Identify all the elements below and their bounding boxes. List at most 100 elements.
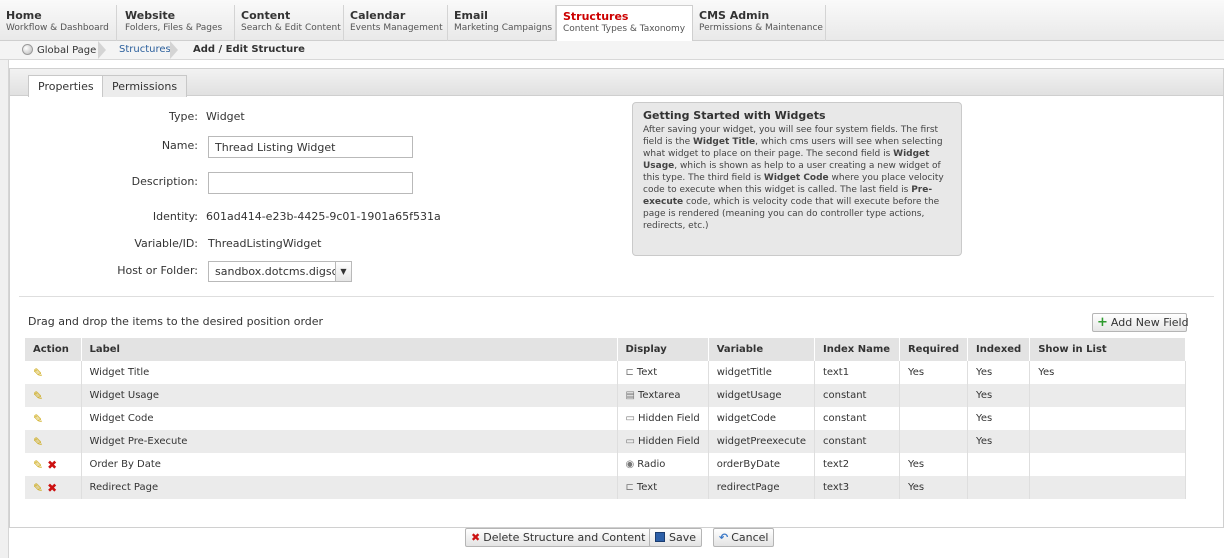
index-name-cell: constant [814,407,900,430]
hidden-field-icon: ▭ [625,436,635,447]
delete-structure-button[interactable]: ✖ Delete Structure and Content [465,528,652,547]
drag-instructions: Drag and drop the items to the desired p… [28,315,324,328]
label-cell: Order By Date [81,453,618,476]
nav-tab-subtitle: Folders, Files & Pages [125,23,223,33]
delete-x-icon[interactable]: ✖ [47,481,57,495]
show-in-list-cell [1029,476,1186,499]
nav-tab-subtitle: Permissions & Maintenance [699,23,823,33]
top-navigation: Home Workflow & Dashboard Website Folder… [0,0,1224,42]
host-folder-select[interactable]: sandbox.dotcms.digsc ▼ [208,261,352,282]
tab-properties[interactable]: Properties [28,75,104,97]
edit-pencil-icon[interactable]: ✎ [33,481,43,495]
identity-label: Identity: [152,210,198,223]
variable-cell: widgetPreexecute [708,430,815,453]
display-type: Text [636,367,658,378]
edit-pencil-icon[interactable]: ✎ [33,389,43,403]
host-label: Host or Folder: [117,264,198,277]
text-field-icon: ⊏ [625,367,634,378]
chevron-down-icon[interactable]: ▼ [335,262,351,281]
required-cell [899,430,969,453]
nav-tab-title: Calendar [350,9,406,22]
breadcrumb-separator-icon [98,41,106,59]
index-name-cell: text2 [814,453,900,476]
display-cell: ⊏ Text [617,476,709,499]
index-name-cell: text3 [814,476,900,499]
description-field[interactable] [208,172,413,194]
indexed-cell: Yes [967,407,1031,430]
edit-pencil-icon[interactable]: ✎ [33,412,43,426]
breadcrumb-current: Add / Edit Structure [193,44,305,55]
section-divider [19,296,1214,297]
edit-pencil-icon[interactable]: ✎ [33,435,43,449]
indexed-cell [967,476,1031,499]
name-label: Name: [161,139,198,152]
fields-table: Action Label Display Variable Index Name… [25,338,1186,499]
nav-tab-title: Website [125,9,176,22]
action-cell: ✎ [25,361,82,384]
column-header: Action [25,338,82,361]
delete-x-icon[interactable]: ✖ [47,458,57,472]
display-type: Hidden Field [637,436,700,447]
name-field[interactable] [208,136,413,158]
display-cell: ⊏ Text [617,361,709,384]
nav-tab-email[interactable]: Email Marketing Campaigns [448,5,556,41]
required-cell: Yes [899,361,969,384]
add-new-field-button[interactable]: + Add New Field [1092,313,1189,332]
display-cell: ◉ Radio [617,453,709,476]
breadcrumb-home-label: Global Page [37,45,97,56]
table-row[interactable]: ✎ ✖ Redirect Page ⊏ Text redirectPage text3 Yes [25,476,1186,499]
variable-label: Variable/ID: [134,237,198,250]
breadcrumb: Global Page Structures Add / Edit Struct… [0,41,1224,60]
display-type: Hidden Field [637,413,700,424]
edit-pencil-icon[interactable]: ✎ [33,366,43,380]
nav-tab-subtitle: Content Types & Taxonomy [563,24,686,34]
breadcrumb-structures-link[interactable]: Structures [119,44,171,55]
panel-tabs-bar: Properties Permissions [10,69,1223,97]
table-row[interactable]: ✎ Widget Code ▭ Hidden Field widgetCode const… [25,407,1186,430]
nav-tab-website[interactable]: Website Folders, Files & Pages [117,5,235,41]
cancel-label: Cancel [731,531,769,544]
save-button[interactable]: Save [649,528,703,547]
nav-tab-home[interactable]: Home Workflow & Dashboard [0,5,117,41]
radio-icon: ◉ [625,459,635,470]
help-title: Getting Started with Widgets [643,109,826,122]
display-type: Text [636,482,658,493]
nav-tab-calendar[interactable]: Calendar Events Management [344,5,448,41]
label-cell: Widget Title [81,361,618,384]
required-cell [899,384,969,407]
identity-value: 601ad414-e23b-4425-9c01-1901a65f531a [206,210,441,223]
label-cell: Widget Usage [81,384,618,407]
description-label: Description: [131,175,198,188]
display-cell: ▤ Textarea [617,384,709,407]
edit-pencil-icon[interactable]: ✎ [33,458,43,472]
column-header: Label [81,338,618,361]
nav-tab-title: CMS Admin [699,9,770,22]
nav-tab-subtitle: Marketing Campaigns [454,23,553,33]
column-header: Variable [708,338,815,361]
indexed-cell: Yes [967,384,1031,407]
nav-tab-cms-admin[interactable]: CMS Admin Permissions & Maintenance [693,5,826,41]
delete-label: Delete Structure and Content [483,531,646,544]
textarea-icon: ▤ [625,390,635,401]
display-cell: ▭ Hidden Field [617,430,709,453]
table-row[interactable]: ✎ ✖ Order By Date ◉ Radio orderByDate text2 Yes [25,453,1186,476]
table-row[interactable]: ✎ Widget Title ⊏ Text widgetTitle text1 Yes Yes… [25,361,1186,384]
table-row[interactable]: ✎ Widget Usage ▤ Textarea widgetUsage constan… [25,384,1186,407]
table-header-row: Action Label Display Variable Index Name… [25,338,1186,361]
display-type: Textarea [637,390,681,401]
breadcrumb-separator-icon [170,41,178,59]
breadcrumb-home[interactable]: Global Page [22,44,96,56]
tab-permissions[interactable]: Permissions [102,75,188,97]
action-cell: ✎ ✖ [25,453,82,476]
nav-tab-structures[interactable]: Structures Content Types & Taxonomy [556,5,693,42]
nav-tab-content[interactable]: Content Search & Edit Content [235,5,344,41]
help-text: After saving your widget, you will see f… [643,125,944,231]
save-icon [655,532,665,542]
cancel-button[interactable]: ↶ Cancel [713,528,775,547]
variable-cell: orderByDate [708,453,815,476]
globe-icon [22,44,33,55]
action-cell: ✎ [25,430,82,453]
action-cell: ✎ ✖ [25,476,82,499]
nav-tab-title: Email [454,9,488,22]
table-row[interactable]: ✎ Widget Pre-Execute ▭ Hidden Field widgetPr… [25,430,1186,453]
